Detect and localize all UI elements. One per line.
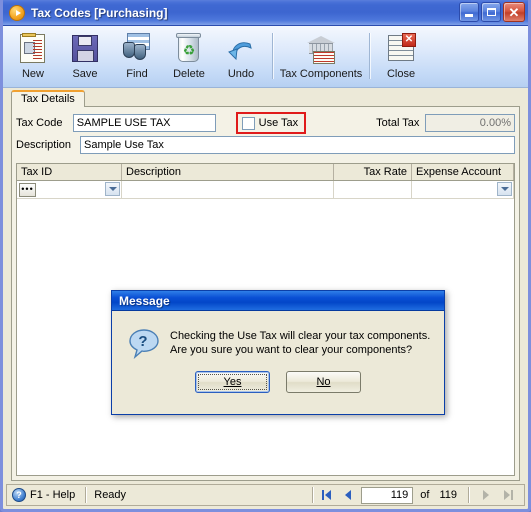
new-document-icon bbox=[17, 33, 49, 65]
grid-header-expense-account[interactable]: Expense Account bbox=[412, 164, 514, 180]
toolbar-label-close: Close bbox=[386, 68, 416, 80]
toolbar-label-undo: Undo bbox=[227, 68, 255, 80]
window-controls: ✕ bbox=[459, 2, 525, 22]
tax-id-browse-button[interactable]: ••• bbox=[19, 182, 36, 197]
dialog-title: Message bbox=[119, 293, 170, 308]
tab-tax-details[interactable]: Tax Details bbox=[11, 90, 85, 107]
first-record-icon[interactable] bbox=[317, 487, 335, 503]
grid-header-description[interactable]: Description bbox=[122, 164, 334, 180]
close-icon: ✕ bbox=[508, 4, 520, 20]
minimize-button[interactable] bbox=[459, 2, 479, 22]
tax-code-input[interactable]: SAMPLE USE TAX bbox=[72, 114, 216, 132]
floppy-disk-icon bbox=[69, 33, 101, 65]
use-tax-highlight: Use Tax bbox=[235, 112, 307, 134]
maximize-icon bbox=[486, 8, 496, 16]
use-tax-checkbox[interactable] bbox=[241, 116, 255, 130]
maximize-button[interactable] bbox=[481, 2, 501, 22]
no-button[interactable]: No bbox=[286, 371, 361, 393]
tab-strip: Tax Details bbox=[3, 88, 528, 107]
toolbar-label-save: Save bbox=[72, 68, 98, 80]
yes-button[interactable]: Yes bbox=[195, 371, 270, 393]
minimize-icon bbox=[465, 13, 473, 17]
toolbar-separator-2 bbox=[369, 33, 370, 79]
bank-building-icon bbox=[305, 33, 337, 65]
cell-description[interactable] bbox=[122, 181, 334, 198]
toolbar-button-delete[interactable]: ♻ Delete bbox=[163, 30, 215, 86]
dialog-title-bar: Message bbox=[112, 291, 444, 311]
recycle-bin-icon: ♻ bbox=[173, 33, 205, 65]
nav-separator-left bbox=[312, 487, 314, 503]
status-separator bbox=[85, 487, 87, 503]
grid-header-row: Tax ID Description Tax Rate Expense Acco… bbox=[17, 164, 514, 181]
toolbar-button-tax-components[interactable]: Tax Components bbox=[278, 30, 364, 86]
toolbar-label-tax-components: Tax Components bbox=[279, 68, 363, 80]
svg-text:?: ? bbox=[138, 333, 147, 350]
dialog-message-line1: Checking the Use Tax will clear your tax… bbox=[170, 330, 431, 342]
description-row: Description Sample Use Tax bbox=[12, 134, 519, 156]
help-button[interactable]: ? F1 - Help bbox=[10, 488, 81, 502]
status-bar: ? F1 - Help Ready 119 of 119 bbox=[6, 484, 525, 506]
toolbar-separator bbox=[272, 33, 273, 79]
title-bar: Tax Codes [Purchasing] ✕ bbox=[3, 0, 528, 26]
toolbar-button-save[interactable]: Save bbox=[59, 30, 111, 86]
last-record-icon[interactable] bbox=[499, 487, 517, 503]
dialog-message: Checking the Use Tax will clear your tax… bbox=[170, 325, 430, 414]
toolbar-button-find[interactable]: Find bbox=[111, 30, 163, 86]
tax-code-row: Tax Code SAMPLE USE TAX Use Tax Total Ta… bbox=[12, 112, 519, 134]
grid-header-tax-rate[interactable]: Tax Rate bbox=[334, 164, 412, 180]
no-button-label: No bbox=[316, 376, 331, 388]
play-circle-icon bbox=[9, 4, 25, 21]
content-area: Tax Details Tax Code SAMPLE USE TAX Use … bbox=[3, 88, 528, 484]
application-window: Tax Codes [Purchasing] ✕ New Save Find ♻… bbox=[0, 0, 531, 512]
cell-tax-id[interactable]: ••• bbox=[17, 181, 122, 198]
close-document-icon: ✕ bbox=[385, 33, 417, 65]
toolbar-button-new[interactable]: New bbox=[7, 30, 59, 86]
close-button[interactable]: ✕ bbox=[503, 2, 525, 22]
dialog-body: ? Checking the Use Tax will clear your t… bbox=[112, 311, 444, 414]
use-tax-label: Use Tax bbox=[258, 117, 299, 129]
total-tax-label: Total Tax bbox=[376, 117, 420, 129]
chevron-down-icon-expense[interactable] bbox=[497, 182, 512, 196]
record-total-label: 119 bbox=[439, 489, 457, 501]
record-of-label: of bbox=[420, 489, 430, 501]
description-input[interactable]: Sample Use Tax bbox=[80, 136, 515, 154]
cell-tax-rate[interactable] bbox=[334, 181, 412, 198]
focus-ring bbox=[198, 374, 267, 390]
table-row[interactable]: ••• bbox=[17, 181, 514, 199]
record-navigator: 119 of 119 bbox=[317, 486, 521, 504]
grid-header-tax-id[interactable]: Tax ID bbox=[17, 164, 122, 180]
nav-separator-right bbox=[468, 487, 469, 503]
status-text: Ready bbox=[94, 489, 127, 501]
window-title: Tax Codes [Purchasing] bbox=[31, 5, 168, 20]
previous-record-icon[interactable] bbox=[339, 487, 357, 503]
binoculars-icon bbox=[121, 33, 153, 65]
dialog-button-row: Yes No bbox=[112, 371, 444, 393]
question-circle-icon: ? bbox=[12, 488, 26, 502]
question-bubble-icon: ? bbox=[128, 327, 160, 360]
next-record-icon[interactable] bbox=[477, 487, 495, 503]
help-label: F1 - Help bbox=[30, 489, 76, 501]
dialog-message-line2: Are you sure you want to clear your comp… bbox=[170, 344, 413, 356]
total-tax-value: 0.00% bbox=[425, 114, 515, 132]
tax-codes-window: Tax Codes [Purchasing] ✕ New Save Find ♻… bbox=[0, 0, 531, 512]
message-dialog: Message ? Checking the Use Tax will clea… bbox=[111, 290, 445, 415]
toolbar-button-undo[interactable]: Undo bbox=[215, 30, 267, 86]
toolbar: New Save Find ♻ Delete Undo Tax Componen… bbox=[3, 26, 528, 88]
undo-arrow-icon bbox=[225, 33, 257, 65]
toolbar-label-find: Find bbox=[126, 68, 148, 80]
cell-expense-account[interactable] bbox=[412, 181, 514, 198]
toolbar-label-new: New bbox=[21, 68, 44, 80]
description-label: Description bbox=[16, 139, 72, 151]
tax-code-label: Tax Code bbox=[16, 117, 63, 129]
toolbar-button-close[interactable]: ✕ Close bbox=[375, 30, 427, 86]
record-number-input[interactable]: 119 bbox=[361, 486, 414, 504]
toolbar-label-delete: Delete bbox=[173, 68, 205, 80]
chevron-down-icon[interactable] bbox=[105, 182, 120, 196]
